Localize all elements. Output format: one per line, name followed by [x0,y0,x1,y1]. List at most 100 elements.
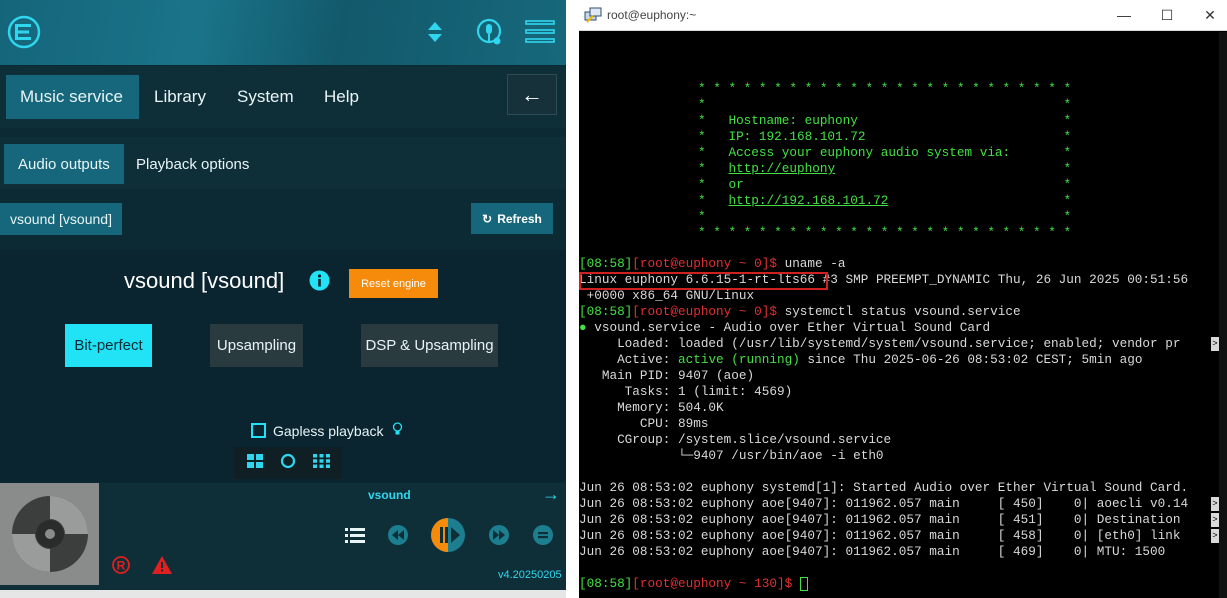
banner-line: * * [698,209,1072,224]
putty-icon [584,6,602,29]
log-text: Jun 26 08:53:02 euphony aoe[9407]: 01196… [579,496,1189,511]
tab-audio-outputs[interactable]: Audio outputs [4,144,124,184]
play-pause-icon[interactable] [430,517,466,553]
close-icon[interactable]: ✕ [1195,4,1225,26]
tab-library[interactable]: Library [140,75,220,119]
log-text: Jun 26 08:53:02 euphony aoe[9407]: 01196… [579,528,1181,543]
service-loaded-line: Loaded: loaded (/usr/lib/systemd/system/… [579,336,1219,352]
app-header [0,0,566,65]
prompt-time: [08:58] [579,256,633,271]
minimize-icon[interactable]: — [1109,4,1139,26]
sort-arrows-icon[interactable] [420,12,450,52]
command-text: systemctl status vsound.service [776,304,1021,319]
previous-track-icon[interactable] [387,524,409,546]
terminal-cursor [799,576,808,591]
prompt-user: [root@euphony ~ 0]$ [632,256,777,271]
back-button[interactable]: ← [507,74,557,115]
truncation-marker-icon: > [1211,513,1219,527]
arrow-right-icon[interactable]: → [542,484,560,505]
output-device-label[interactable]: vsound [vsound] [0,203,122,235]
tile-view-icon[interactable] [312,453,330,473]
status-dot-icon: ● [579,320,587,335]
tasks-line: Tasks: 1 (limit: 4569) [579,384,793,399]
next-track-icon[interactable] [488,524,510,546]
mode-dsp-upsampling-button[interactable]: DSP & Upsampling [361,324,498,367]
window-title: root@euphony:~ [607,8,697,22]
banner-url-line: * http://euphony * [698,161,1072,176]
prompt-line: [08:58][root@euphony ~ 130]$ [579,576,808,592]
version-label: v4.20250205 [498,569,562,581]
prompt-user: [root@euphony ~ 130]$ [632,576,793,591]
tab-system[interactable]: System [223,75,308,119]
loaded-text: Loaded: loaded (/usr/lib/systemd/system/… [579,336,1181,351]
service-header: vsound.service - Audio over Ether Virtua… [594,320,991,335]
sub-nav: Audio outputs Playback options [0,137,566,189]
mode-bit-perfect-button[interactable]: Bit-perfect [65,324,152,367]
log-line: Jun 26 08:53:02 euphony aoe[9407]: 01196… [579,544,1166,559]
euphony-logo-icon[interactable] [4,12,44,52]
info-icon[interactable] [309,270,330,296]
window-titlebar[interactable]: root@euphony:~ — ☐ ✕ [579,0,1227,31]
banner-line: * * * * * * * * * * * * * * * * * * * * … [698,225,1072,240]
circle-view-icon[interactable] [280,453,296,474]
warning-icon[interactable] [151,554,173,576]
prompt-time: [08:58] [579,304,633,319]
banner-line: * http://192.168.101.72 * [698,193,1071,209]
view-switch [234,447,342,479]
mpd-status-icon[interactable] [472,12,506,52]
refresh-label: Refresh [497,211,542,226]
euphony-app: Music service Library System Help ← Audi… [0,0,566,598]
tab-help[interactable]: Help [310,75,373,119]
hamburger-menu-icon[interactable] [522,12,558,52]
uname-rest: #3 SMP PREEMPT_DYNAMIC Thu, 26 Jun 2025 … [815,272,1189,287]
command-text: uname -a [776,256,846,271]
playlist-icon[interactable] [344,526,366,544]
uname-output-line: +0000 x86_64 GNU/Linux [579,288,755,303]
active-since: since Thu 2025-06-26 08:53:02 CEST; 5min… [799,352,1143,367]
cpu-line: CPU: 89ms [579,416,709,431]
memory-line: Memory: 504.0K [579,400,724,415]
player-bar: vsound → R v4.20250205 [0,483,566,590]
cgroup-line: CGroup: /system.slice/vsound.service [579,432,892,447]
banner-line: * Hostname: euphony * [698,113,1072,128]
terminal-scrollbar[interactable] [1219,32,1227,598]
truncation-marker-icon: > [1211,529,1219,543]
lightbulb-icon[interactable] [392,422,403,439]
prompt-line: [08:58][root@euphony ~ 0]$ systemctl sta… [579,304,1021,320]
registered-icon[interactable]: R [110,554,132,576]
device-bar: vsound [vsound] ↻ Refresh [0,195,566,245]
banner-line: * * [698,97,1072,112]
tab-music-service[interactable]: Music service [6,75,139,119]
arrow-left-icon: ← [521,81,543,107]
grid-view-icon[interactable] [246,453,263,473]
tab-playback-options[interactable]: Playback options [122,144,263,184]
terminal-output[interactable]: * * * * * * * * * * * * * * * * * * * * … [579,32,1219,598]
truncation-marker-icon: > [1211,497,1219,511]
main-pid-line: Main PID: 9407 (aoe) [579,368,755,383]
log-line: Jun 26 08:53:02 euphony aoe[9407]: 01196… [579,528,1219,544]
stop-icon[interactable] [532,524,554,546]
log-line: Jun 26 08:53:02 euphony systemd[1]: Star… [579,480,1189,495]
mode-upsampling-button[interactable]: Upsampling [210,324,303,367]
prompt-user: [root@euphony ~ 0]$ [632,304,777,319]
prompt-time: [08:58] [579,576,633,591]
reset-engine-button[interactable]: Reset engine [349,269,438,298]
album-cover-disc-icon[interactable] [0,483,99,585]
banner-line: * IP: 192.168.101.72 * [698,129,1072,144]
service-active-line: Active: active (running) since Thu 2025-… [579,352,1142,368]
engine-panel: vsound [vsound] Reset engine Bit-perfect… [0,250,566,482]
log-line: Jun 26 08:53:02 euphony aoe[9407]: 01196… [579,512,1219,528]
active-label: Active: [579,352,678,367]
gapless-playback-option[interactable]: Gapless playback [251,422,403,439]
gapless-label: Gapless playback [273,422,384,439]
log-line: Jun 26 08:53:02 euphony aoe[9407]: 01196… [579,496,1219,512]
refresh-button[interactable]: ↻ Refresh [471,203,553,234]
banner-line: * Access your euphony audio system via: … [698,145,1072,160]
svg-text:R: R [117,559,126,573]
log-text: Jun 26 08:53:02 euphony aoe[9407]: 01196… [579,512,1181,527]
main-nav: Music service Library System Help ← [0,66,566,128]
service-header-line: ● vsound.service - Audio over Ether Virt… [579,320,990,336]
terminal-window: root@euphony:~ — ☐ ✕ * * * * * * * * * *… [579,0,1227,598]
gapless-checkbox[interactable] [251,423,266,438]
maximize-icon[interactable]: ☐ [1152,4,1182,26]
